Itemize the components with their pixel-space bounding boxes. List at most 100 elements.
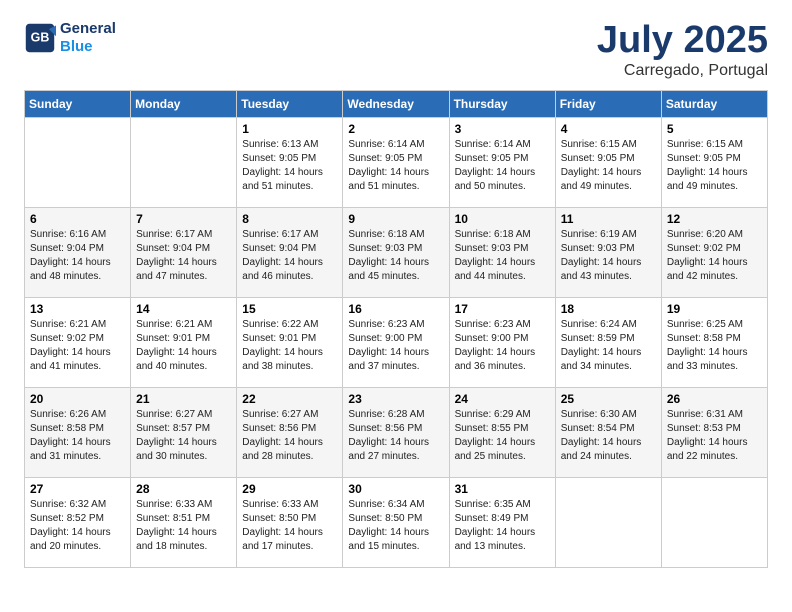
title-block: July 2025 Carregado, Portugal xyxy=(597,20,768,80)
day-number: 28 xyxy=(136,482,232,496)
day-number: 15 xyxy=(242,302,338,316)
calendar-cell: 26 Sunrise: 6:31 AMSunset: 8:53 PMDaylig… xyxy=(661,387,767,477)
day-info: Sunrise: 6:18 AMSunset: 9:03 PMDaylight:… xyxy=(455,228,551,284)
day-info: Sunrise: 6:16 AMSunset: 9:04 PMDaylight:… xyxy=(30,228,126,284)
calendar-cell: 27 Sunrise: 6:32 AMSunset: 8:52 PMDaylig… xyxy=(25,477,131,567)
day-number: 27 xyxy=(30,482,126,496)
weekday-header: Wednesday xyxy=(343,90,449,117)
page-header: GB General Blue July 2025 Carregado, Por… xyxy=(24,20,768,80)
day-number: 17 xyxy=(455,302,551,316)
day-info: Sunrise: 6:21 AMSunset: 9:01 PMDaylight:… xyxy=(136,318,232,374)
calendar-cell: 4 Sunrise: 6:15 AMSunset: 9:05 PMDayligh… xyxy=(555,117,661,207)
calendar-week-row: 6 Sunrise: 6:16 AMSunset: 9:04 PMDayligh… xyxy=(25,207,768,297)
calendar-cell: 19 Sunrise: 6:25 AMSunset: 8:58 PMDaylig… xyxy=(661,297,767,387)
day-number: 18 xyxy=(561,302,657,316)
calendar-cell: 23 Sunrise: 6:28 AMSunset: 8:56 PMDaylig… xyxy=(343,387,449,477)
day-number: 21 xyxy=(136,392,232,406)
day-number: 31 xyxy=(455,482,551,496)
calendar-cell: 2 Sunrise: 6:14 AMSunset: 9:05 PMDayligh… xyxy=(343,117,449,207)
day-number: 22 xyxy=(242,392,338,406)
day-number: 10 xyxy=(455,212,551,226)
day-number: 9 xyxy=(348,212,444,226)
day-info: Sunrise: 6:32 AMSunset: 8:52 PMDaylight:… xyxy=(30,498,126,554)
day-info: Sunrise: 6:15 AMSunset: 9:05 PMDaylight:… xyxy=(667,138,763,194)
calendar-cell: 5 Sunrise: 6:15 AMSunset: 9:05 PMDayligh… xyxy=(661,117,767,207)
calendar-cell: 31 Sunrise: 6:35 AMSunset: 8:49 PMDaylig… xyxy=(449,477,555,567)
calendar-cell: 7 Sunrise: 6:17 AMSunset: 9:04 PMDayligh… xyxy=(131,207,237,297)
weekday-header: Saturday xyxy=(661,90,767,117)
calendar-week-row: 13 Sunrise: 6:21 AMSunset: 9:02 PMDaylig… xyxy=(25,297,768,387)
logo: GB General Blue xyxy=(24,20,116,56)
day-info: Sunrise: 6:29 AMSunset: 8:55 PMDaylight:… xyxy=(455,408,551,464)
calendar-cell xyxy=(131,117,237,207)
day-number: 3 xyxy=(455,122,551,136)
calendar-cell: 12 Sunrise: 6:20 AMSunset: 9:02 PMDaylig… xyxy=(661,207,767,297)
day-info: Sunrise: 6:28 AMSunset: 8:56 PMDaylight:… xyxy=(348,408,444,464)
day-info: Sunrise: 6:23 AMSunset: 9:00 PMDaylight:… xyxy=(455,318,551,374)
day-number: 26 xyxy=(667,392,763,406)
calendar-cell: 15 Sunrise: 6:22 AMSunset: 9:01 PMDaylig… xyxy=(237,297,343,387)
day-info: Sunrise: 6:14 AMSunset: 9:05 PMDaylight:… xyxy=(348,138,444,194)
calendar-week-row: 20 Sunrise: 6:26 AMSunset: 8:58 PMDaylig… xyxy=(25,387,768,477)
calendar-cell: 11 Sunrise: 6:19 AMSunset: 9:03 PMDaylig… xyxy=(555,207,661,297)
day-number: 6 xyxy=(30,212,126,226)
day-number: 7 xyxy=(136,212,232,226)
day-number: 11 xyxy=(561,212,657,226)
day-info: Sunrise: 6:23 AMSunset: 9:00 PMDaylight:… xyxy=(348,318,444,374)
calendar-cell xyxy=(661,477,767,567)
calendar-cell: 9 Sunrise: 6:18 AMSunset: 9:03 PMDayligh… xyxy=(343,207,449,297)
calendar-cell: 18 Sunrise: 6:24 AMSunset: 8:59 PMDaylig… xyxy=(555,297,661,387)
day-info: Sunrise: 6:27 AMSunset: 8:57 PMDaylight:… xyxy=(136,408,232,464)
day-number: 29 xyxy=(242,482,338,496)
day-info: Sunrise: 6:24 AMSunset: 8:59 PMDaylight:… xyxy=(561,318,657,374)
calendar-cell: 30 Sunrise: 6:34 AMSunset: 8:50 PMDaylig… xyxy=(343,477,449,567)
day-info: Sunrise: 6:14 AMSunset: 9:05 PMDaylight:… xyxy=(455,138,551,194)
month-title: July 2025 xyxy=(597,20,768,62)
day-info: Sunrise: 6:17 AMSunset: 9:04 PMDaylight:… xyxy=(136,228,232,284)
calendar-cell: 6 Sunrise: 6:16 AMSunset: 9:04 PMDayligh… xyxy=(25,207,131,297)
calendar-cell: 25 Sunrise: 6:30 AMSunset: 8:54 PMDaylig… xyxy=(555,387,661,477)
day-info: Sunrise: 6:18 AMSunset: 9:03 PMDaylight:… xyxy=(348,228,444,284)
weekday-row: SundayMondayTuesdayWednesdayThursdayFrid… xyxy=(25,90,768,117)
day-info: Sunrise: 6:19 AMSunset: 9:03 PMDaylight:… xyxy=(561,228,657,284)
day-number: 23 xyxy=(348,392,444,406)
calendar-cell: 22 Sunrise: 6:27 AMSunset: 8:56 PMDaylig… xyxy=(237,387,343,477)
logo-icon: GB xyxy=(24,22,56,54)
calendar-cell: 17 Sunrise: 6:23 AMSunset: 9:00 PMDaylig… xyxy=(449,297,555,387)
day-number: 30 xyxy=(348,482,444,496)
day-number: 1 xyxy=(242,122,338,136)
day-info: Sunrise: 6:22 AMSunset: 9:01 PMDaylight:… xyxy=(242,318,338,374)
day-info: Sunrise: 6:20 AMSunset: 9:02 PMDaylight:… xyxy=(667,228,763,284)
day-info: Sunrise: 6:33 AMSunset: 8:51 PMDaylight:… xyxy=(136,498,232,554)
day-number: 19 xyxy=(667,302,763,316)
day-info: Sunrise: 6:17 AMSunset: 9:04 PMDaylight:… xyxy=(242,228,338,284)
day-number: 8 xyxy=(242,212,338,226)
day-number: 24 xyxy=(455,392,551,406)
weekday-header: Sunday xyxy=(25,90,131,117)
day-info: Sunrise: 6:34 AMSunset: 8:50 PMDaylight:… xyxy=(348,498,444,554)
location: Carregado, Portugal xyxy=(597,62,768,80)
day-number: 25 xyxy=(561,392,657,406)
weekday-header: Friday xyxy=(555,90,661,117)
calendar-table: SundayMondayTuesdayWednesdayThursdayFrid… xyxy=(24,90,768,568)
calendar-cell: 1 Sunrise: 6:13 AMSunset: 9:05 PMDayligh… xyxy=(237,117,343,207)
day-info: Sunrise: 6:33 AMSunset: 8:50 PMDaylight:… xyxy=(242,498,338,554)
calendar-header: SundayMondayTuesdayWednesdayThursdayFrid… xyxy=(25,90,768,117)
calendar-cell: 21 Sunrise: 6:27 AMSunset: 8:57 PMDaylig… xyxy=(131,387,237,477)
day-number: 20 xyxy=(30,392,126,406)
calendar-week-row: 27 Sunrise: 6:32 AMSunset: 8:52 PMDaylig… xyxy=(25,477,768,567)
day-number: 13 xyxy=(30,302,126,316)
day-number: 16 xyxy=(348,302,444,316)
calendar-cell: 16 Sunrise: 6:23 AMSunset: 9:00 PMDaylig… xyxy=(343,297,449,387)
calendar-cell: 29 Sunrise: 6:33 AMSunset: 8:50 PMDaylig… xyxy=(237,477,343,567)
day-number: 12 xyxy=(667,212,763,226)
day-info: Sunrise: 6:25 AMSunset: 8:58 PMDaylight:… xyxy=(667,318,763,374)
weekday-header: Tuesday xyxy=(237,90,343,117)
calendar-cell: 13 Sunrise: 6:21 AMSunset: 9:02 PMDaylig… xyxy=(25,297,131,387)
calendar-cell: 28 Sunrise: 6:33 AMSunset: 8:51 PMDaylig… xyxy=(131,477,237,567)
day-number: 5 xyxy=(667,122,763,136)
calendar-cell xyxy=(555,477,661,567)
calendar-cell: 20 Sunrise: 6:26 AMSunset: 8:58 PMDaylig… xyxy=(25,387,131,477)
calendar-body: 1 Sunrise: 6:13 AMSunset: 9:05 PMDayligh… xyxy=(25,117,768,567)
calendar-cell xyxy=(25,117,131,207)
